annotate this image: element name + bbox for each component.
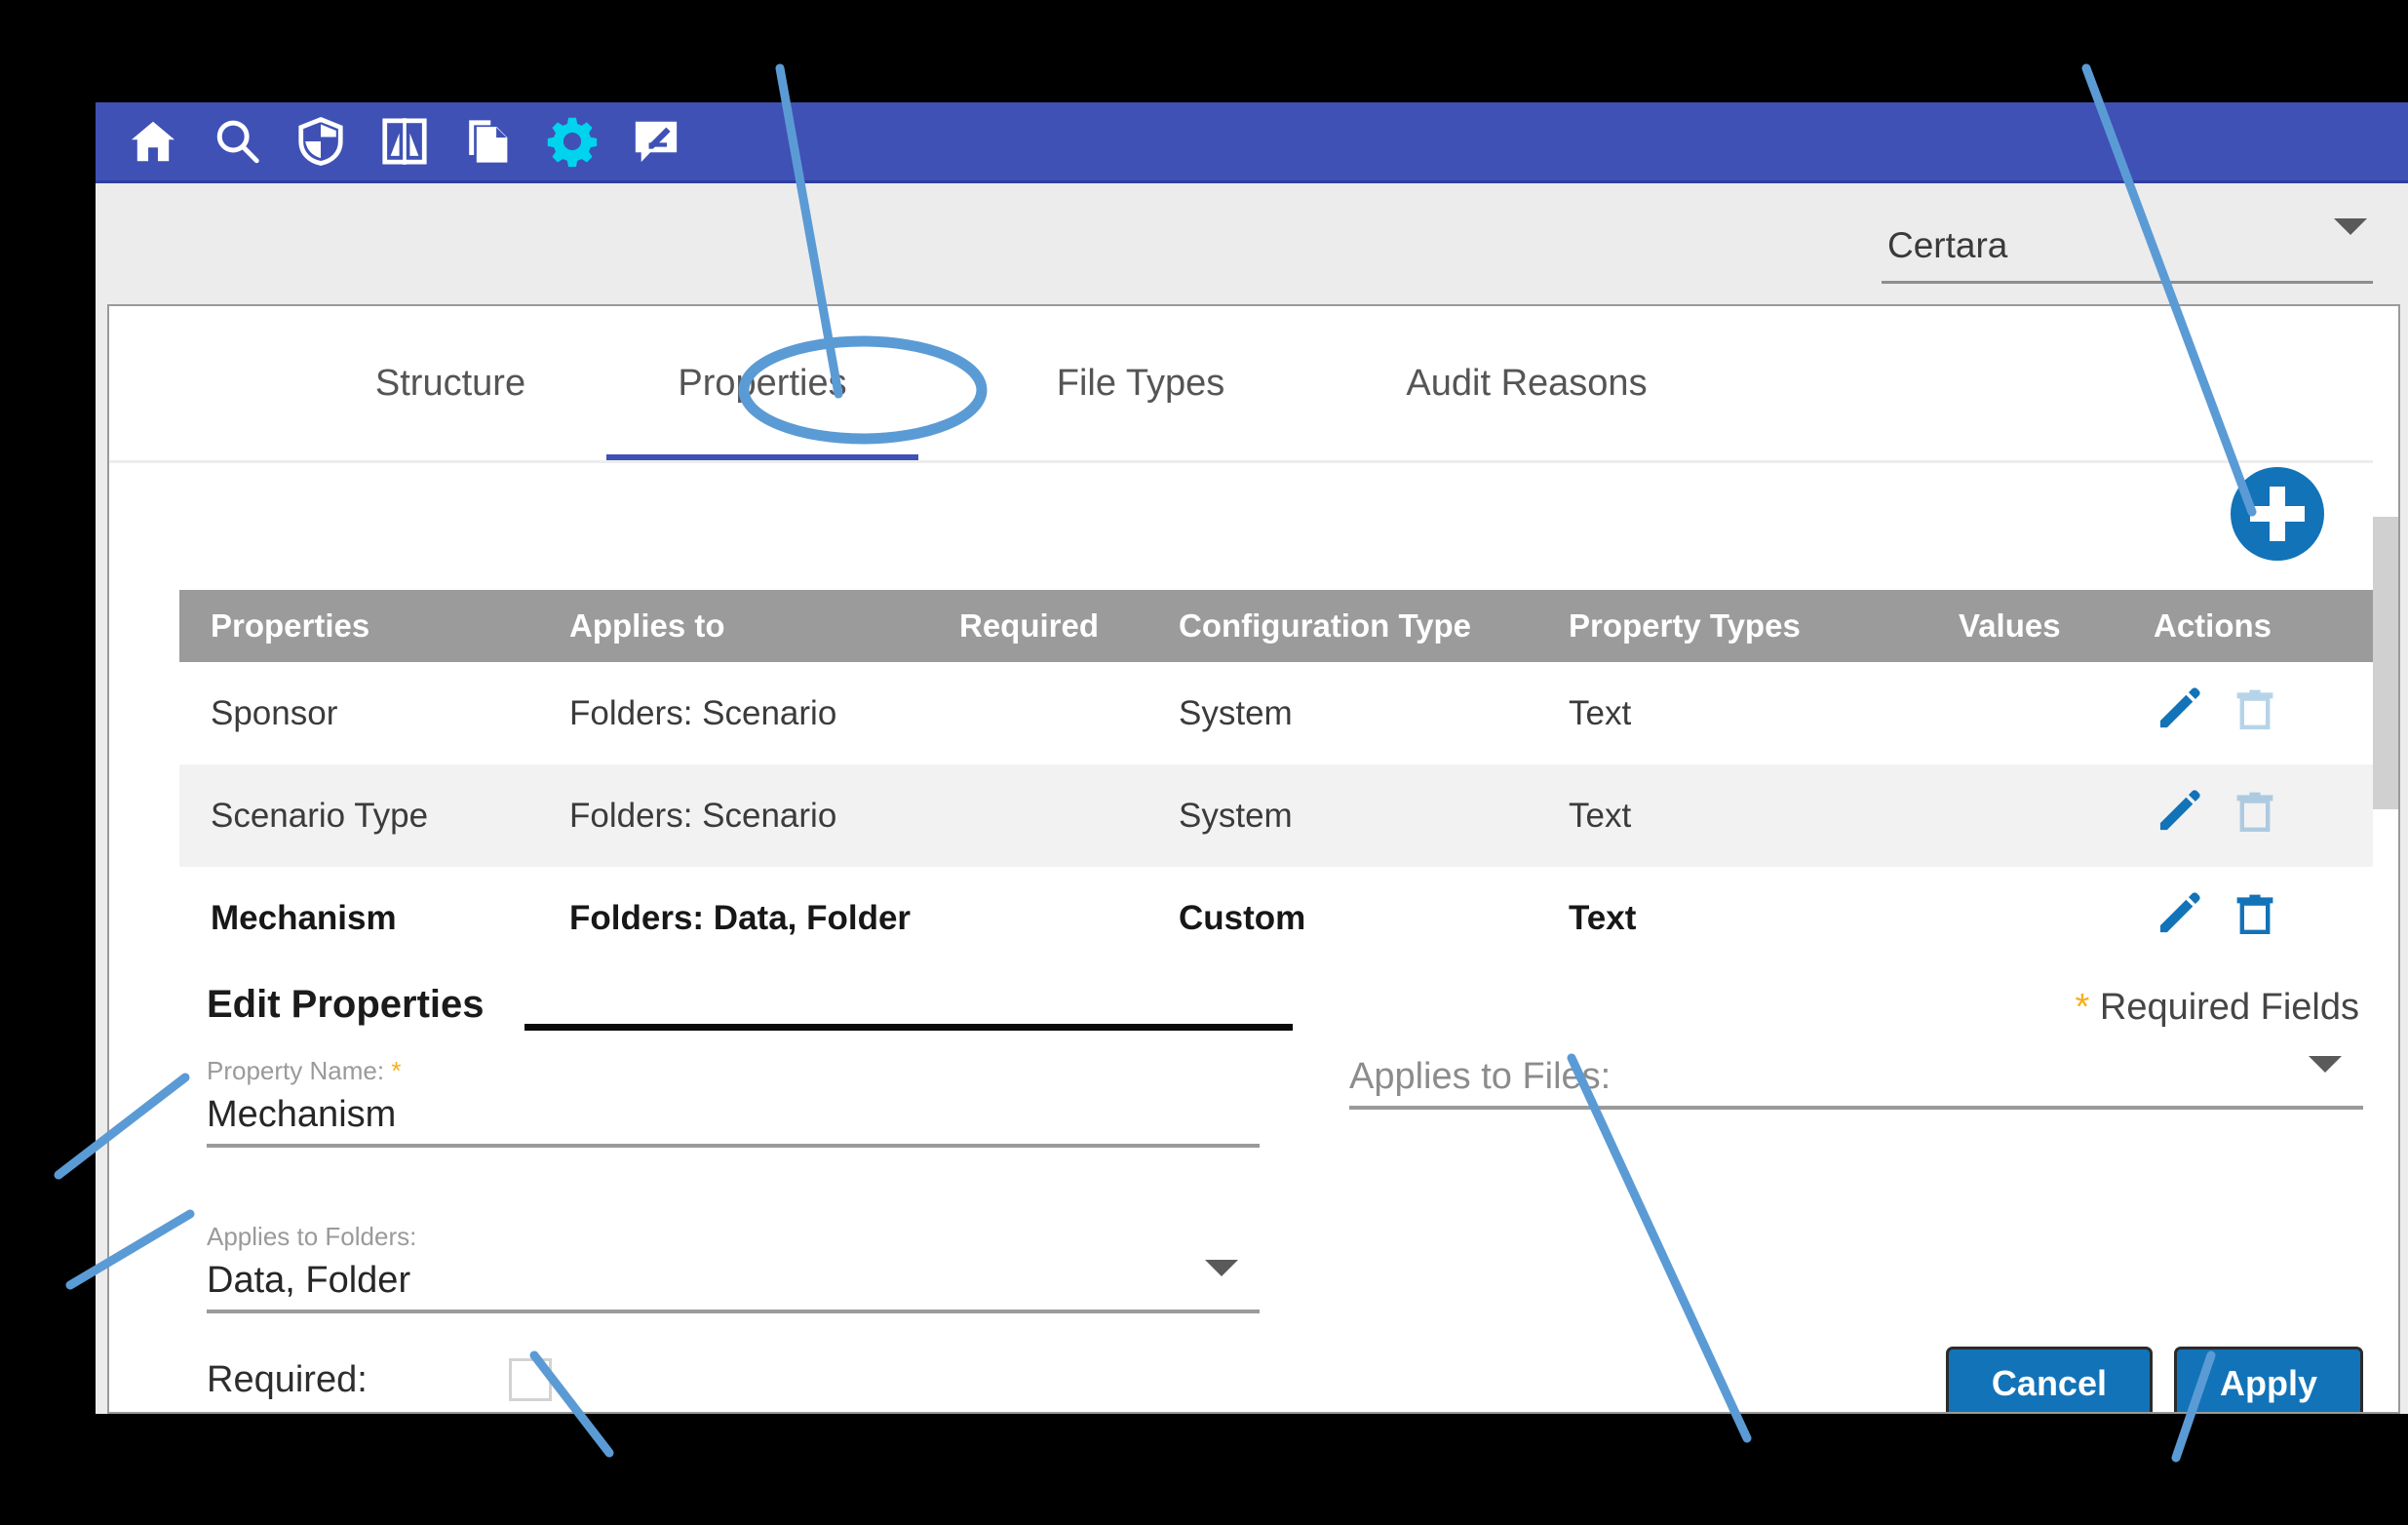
edit-icon[interactable] <box>2154 888 2204 948</box>
cell-property-types: Text <box>1569 796 1632 835</box>
add-property-button[interactable] <box>2231 467 2324 561</box>
required-fields-note: * Required Fields <box>2076 987 2359 1029</box>
toolbar-row <box>109 463 2398 590</box>
tab-audit-reasons[interactable]: Audit Reasons <box>1351 306 1702 460</box>
edit-icon[interactable] <box>2154 786 2204 845</box>
cell-property-types: Text <box>1569 898 1637 937</box>
tab-structure-label: Structure <box>374 362 526 404</box>
content-panel: Structure Properties File Types Audit Re… <box>107 304 2400 1414</box>
col-properties: Properties <box>179 590 569 662</box>
col-configuration-type: Configuration Type <box>1179 590 1569 662</box>
table-row[interactable]: Mechanism Folders: Data, Folder Custom T… <box>179 867 2392 969</box>
col-values: Values <box>1959 590 2154 662</box>
tab-file-types-label: File Types <box>1056 362 1225 404</box>
cell-properties: Sponsor <box>211 693 338 732</box>
required-checkbox[interactable] <box>508 1358 552 1401</box>
tab-bar: Structure Properties File Types Audit Re… <box>109 306 2398 463</box>
title-underline-rule <box>524 1024 1293 1031</box>
top-navigation-bar <box>96 102 2408 183</box>
tab-audit-reasons-label: Audit Reasons <box>1406 362 1648 404</box>
applies-to-files-field[interactable]: Applies to Files: <box>1349 1056 2363 1110</box>
shield-icon[interactable] <box>279 102 363 182</box>
cell-actions <box>2154 662 2392 764</box>
property-name-underline <box>207 1144 1260 1148</box>
property-name-field[interactable]: Property Name: * Mechanism <box>207 1056 1260 1148</box>
tab-properties-label: Properties <box>678 362 847 404</box>
cancel-button[interactable]: Cancel <box>1945 1347 2153 1412</box>
cell-applies-to: Folders: Scenario <box>569 796 837 835</box>
applies-to-files-label: Applies to Files: <box>1349 1056 1612 1097</box>
panel-scrollbar[interactable] <box>2373 460 2398 1412</box>
form-fields: Property Name: * Mechanism Applies to Fo… <box>179 1056 2392 1412</box>
cell-configuration-type: System <box>1179 796 1293 835</box>
cell-applies-to: Folders: Data, Folder <box>569 898 912 937</box>
applies-to-folders-value: Data, Folder <box>207 1260 411 1301</box>
search-icon[interactable] <box>195 102 279 182</box>
gear-icon[interactable] <box>530 102 614 182</box>
col-property-types: Property Types <box>1569 590 1959 662</box>
tab-properties[interactable]: Properties <box>606 306 918 460</box>
apply-button[interactable]: Apply <box>2173 1347 2363 1412</box>
organization-row: Certara <box>96 186 2408 303</box>
required-fields-label: Required Fields <box>2089 987 2359 1028</box>
cell-required <box>959 662 1179 764</box>
delete-icon <box>2232 684 2278 743</box>
edit-icon[interactable] <box>2154 684 2204 743</box>
required-asterisk-icon: * <box>391 1056 402 1085</box>
col-required: Required <box>959 590 1179 662</box>
copy-documents-icon[interactable] <box>447 102 530 182</box>
cell-values <box>1959 867 2154 969</box>
application-window: Certara Structure Properties File Types <box>96 102 2408 1414</box>
delete-icon[interactable] <box>2232 888 2278 948</box>
property-name-label: Property Name: * <box>207 1056 1260 1086</box>
cell-properties: Mechanism <box>211 898 397 937</box>
organization-select-value: Certara <box>1887 225 2008 265</box>
cell-values <box>1959 662 2154 764</box>
properties-table: Properties Applies to Required Configura… <box>179 590 2392 969</box>
panel-scrollbar-thumb[interactable] <box>2373 517 2398 809</box>
table-row[interactable]: Scenario Type Folders: Scenario System T… <box>179 764 2392 867</box>
cell-configuration-type: System <box>1179 693 1293 732</box>
table-body: Sponsor Folders: Scenario System Text Sc… <box>179 662 2392 969</box>
cell-values <box>1959 764 2154 867</box>
organization-select[interactable]: Certara <box>1882 214 2373 284</box>
col-actions: Actions <box>2154 590 2392 662</box>
cell-applies-to: Folders: Scenario <box>569 693 837 732</box>
required-checkbox-label: Required: <box>207 1358 368 1400</box>
cell-properties: Scenario Type <box>211 796 429 835</box>
delete-icon <box>2232 786 2278 845</box>
cell-required <box>959 764 1179 867</box>
table-header: Properties Applies to Required Configura… <box>179 590 2392 662</box>
col-applies-to: Applies to <box>569 590 959 662</box>
tab-file-types[interactable]: File Types <box>985 306 1297 460</box>
applies-to-folders-field[interactable]: Applies to Folders: Data, Folder <box>207 1222 1260 1313</box>
table-header-row: Properties Applies to Required Configura… <box>179 590 2392 662</box>
compare-icon[interactable] <box>363 102 447 182</box>
edit-properties-form: Edit Properties * Required Fields Proper… <box>179 973 2392 1412</box>
applies-to-folders-label: Applies to Folders: <box>207 1222 417 1251</box>
table-row[interactable]: Sponsor Folders: Scenario System Text <box>179 662 2392 764</box>
cell-configuration-type: Custom <box>1179 898 1306 937</box>
tab-structure[interactable]: Structure <box>294 306 606 460</box>
screenshot-root: Certara Structure Properties File Types <box>0 0 2408 1525</box>
applies-to-folders-underline <box>207 1310 1260 1313</box>
cell-required <box>959 867 1179 969</box>
cell-actions <box>2154 764 2392 867</box>
applies-to-files-underline <box>1349 1106 2363 1110</box>
chevron-down-icon[interactable] <box>1205 1260 1238 1294</box>
form-button-row: Cancel Apply <box>1945 1347 2363 1412</box>
cell-actions <box>2154 867 2392 969</box>
property-name-input-value[interactable]: Mechanism <box>207 1094 1260 1144</box>
required-checkbox-row: Required: <box>207 1358 552 1401</box>
required-asterisk-icon: * <box>2075 987 2090 1028</box>
property-name-label-text: Property Name: <box>207 1056 385 1085</box>
chevron-down-icon <box>2334 218 2367 253</box>
annotate-icon[interactable] <box>614 102 698 182</box>
cell-property-types: Text <box>1569 693 1632 732</box>
chevron-down-icon[interactable] <box>2309 1056 2342 1090</box>
home-icon[interactable] <box>111 102 195 182</box>
edit-properties-title: Edit Properties <box>207 983 485 1026</box>
